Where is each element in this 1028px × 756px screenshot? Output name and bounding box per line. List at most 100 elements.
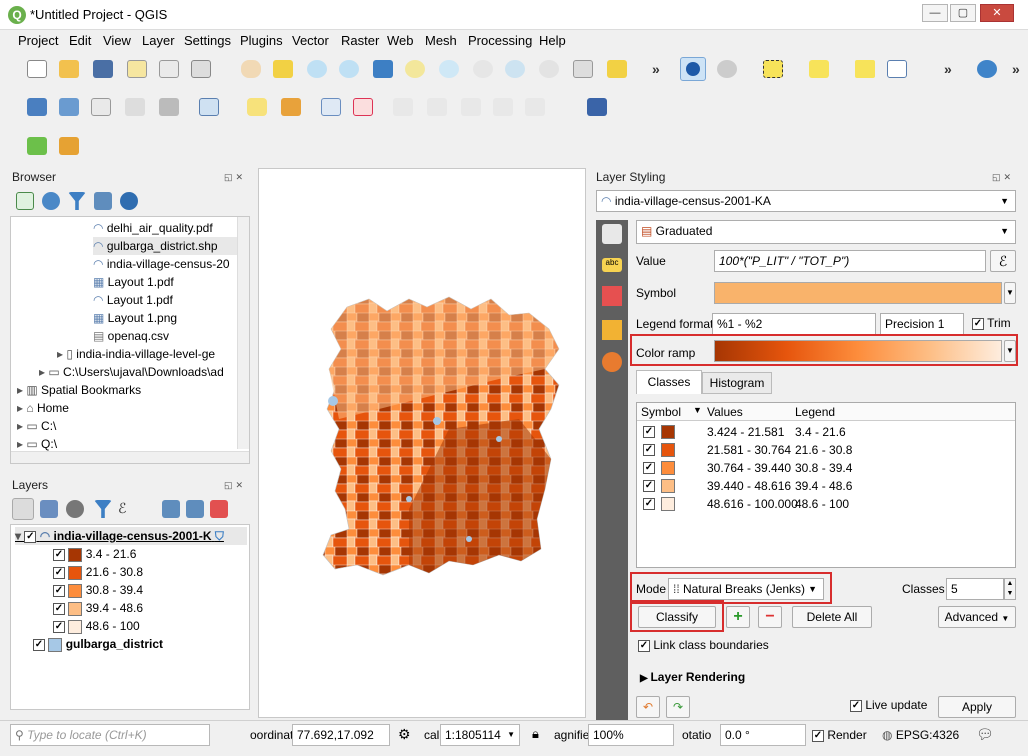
browser-item[interactable]: ▦ Layout 1.png	[93, 309, 177, 327]
browser-hscrollbar[interactable]	[11, 451, 249, 463]
tab-histogram[interactable]: Histogram	[702, 372, 772, 394]
expression-filter-icon[interactable]: ℰ	[118, 500, 136, 518]
browser-item[interactable]: ◠ Layout 1.pdf	[93, 291, 173, 309]
browser-item[interactable]: ▸ ▭ C:\	[17, 417, 56, 435]
new-project-icon[interactable]	[24, 57, 50, 81]
new-bookmark-icon[interactable]	[570, 57, 596, 81]
properties-icon[interactable]	[120, 192, 138, 210]
symbol-dropdown-icon[interactable]: ▼	[1004, 282, 1016, 304]
layer-select[interactable]: ◠ india-village-census-2001-KA ▼	[596, 190, 1016, 212]
3d-view-tab-icon[interactable]	[602, 286, 622, 306]
zoom-native-icon[interactable]	[470, 57, 496, 81]
live-update-row[interactable]: ✓ Live update	[850, 698, 927, 712]
link-boundaries-row[interactable]: ✓ Link class boundaries	[638, 638, 769, 652]
tab-classes[interactable]: Classes	[636, 370, 702, 394]
table-row[interactable]: ✓ 30.764 - 39.440 30.8 - 39.4	[637, 459, 1015, 477]
map-canvas[interactable]	[258, 168, 586, 718]
sort-icon[interactable]: ▼	[693, 405, 702, 415]
precision-spinbox[interactable]: Precision 1	[880, 313, 964, 335]
table-row[interactable]: ✓ 3.424 - 21.581 3.4 - 21.6	[637, 423, 1015, 441]
legend-class-row[interactable]: ✓ 21.6 - 30.8	[53, 563, 143, 581]
header-symbol[interactable]: Symbol	[641, 405, 681, 419]
browser-item[interactable]: ▸ ⌂ Home	[17, 399, 69, 417]
identify-icon[interactable]	[680, 57, 706, 81]
close-button[interactable]: ✕	[980, 4, 1014, 22]
layer-filter-icon[interactable]: ⛉	[215, 529, 224, 543]
new-layout-icon[interactable]	[124, 57, 150, 81]
save-project-icon[interactable]	[90, 57, 116, 81]
browser-item[interactable]: ▸ ▥ Spatial Bookmarks	[17, 381, 141, 399]
add-selected-icon[interactable]	[16, 192, 34, 210]
refresh-icon[interactable]	[42, 192, 60, 210]
symbology-tab-icon[interactable]	[602, 224, 622, 244]
toolbar-overflow-icon[interactable]: »	[652, 61, 660, 77]
data-source-manager-icon[interactable]	[24, 95, 50, 119]
browser-item[interactable]: ▦ Layout 1.pdf	[93, 273, 174, 291]
browser-item[interactable]: ▤ openaq.csv	[93, 327, 169, 345]
browser-item[interactable]: ◠ delhi_air_quality.pdf	[93, 219, 213, 237]
new-virtual-layer-icon[interactable]	[156, 95, 182, 119]
diagram-icon[interactable]	[278, 95, 304, 119]
layers-dock-buttons-icon[interactable]: ◱✕	[224, 480, 252, 492]
style-manager-icon[interactable]	[188, 57, 214, 81]
zoom-selection-icon[interactable]	[402, 57, 428, 81]
show-hide-labels-icon[interactable]	[424, 95, 450, 119]
browser-item[interactable]: ▸ ▭ C:\Users\ujaval\Downloads\ad	[39, 363, 224, 381]
toolbar-overflow-2-icon[interactable]: »	[944, 61, 952, 77]
table-row[interactable]: ✓ 48.616 - 100.000 48.6 - 100	[637, 495, 1015, 513]
new-geopackage-icon[interactable]	[56, 95, 82, 119]
maximize-button[interactable]: ▢	[950, 4, 976, 22]
menu-edit[interactable]: Edit	[69, 33, 91, 48]
undo-icon[interactable]: ↶	[636, 696, 660, 718]
minimize-button[interactable]: —	[922, 4, 948, 22]
deselect-icon[interactable]	[852, 57, 878, 81]
zoom-in-icon[interactable]	[304, 57, 330, 81]
new-shapefile-icon[interactable]	[88, 95, 114, 119]
digitize-icon[interactable]	[196, 95, 222, 119]
menu-processing[interactable]: Processing	[468, 33, 532, 48]
toolbar-overflow-3-icon[interactable]: »	[1012, 61, 1020, 77]
browser-item-selected[interactable]: ◠ gulbarga_district.shp	[93, 237, 249, 255]
zoom-out-icon[interactable]	[336, 57, 362, 81]
coordinate-field[interactable]: 77.692,17.092	[292, 724, 390, 746]
add-class-icon[interactable]: +	[726, 606, 750, 628]
geosearch-icon[interactable]	[24, 134, 50, 158]
highlight-labels-icon[interactable]	[350, 95, 376, 119]
diagrams-tab-icon[interactable]	[602, 320, 622, 340]
table-row[interactable]: ✓ 39.440 - 48.616 39.4 - 48.6	[637, 477, 1015, 495]
menu-project[interactable]: Project	[18, 33, 58, 48]
label-properties-icon[interactable]	[522, 95, 548, 119]
qgis2web-icon[interactable]	[56, 134, 82, 158]
menu-layer[interactable]: Layer	[142, 33, 175, 48]
legend-format-input[interactable]: %1 - %2	[712, 313, 876, 335]
renderer-select[interactable]: ▤ Graduated ▼	[636, 220, 1016, 244]
styling-dock-buttons-icon[interactable]: ◱✕	[992, 172, 1020, 184]
header-values[interactable]: Values	[707, 405, 743, 419]
menu-mesh[interactable]: Mesh	[425, 33, 457, 48]
menu-plugins[interactable]: Plugins	[240, 33, 283, 48]
zoom-layer-icon[interactable]	[436, 57, 462, 81]
menu-settings[interactable]: Settings	[184, 33, 231, 48]
collapse-layers-icon[interactable]	[186, 500, 204, 518]
pan-to-selection-icon[interactable]	[270, 57, 296, 81]
label-toolbar-icon[interactable]	[244, 95, 270, 119]
history-tab-icon[interactable]	[602, 352, 622, 372]
open-project-icon[interactable]	[56, 57, 82, 81]
apply-button[interactable]: Apply	[938, 696, 1016, 718]
crs-button[interactable]: ◍ EPSG:4326	[882, 728, 959, 742]
collapse-all-icon[interactable]	[94, 192, 112, 210]
layer-rendering-section[interactable]: ▶ Layer Rendering	[640, 670, 745, 684]
rotate-label-icon[interactable]	[458, 95, 484, 119]
layer-row-district[interactable]: ✓ gulbarga_district	[33, 635, 163, 653]
layer-row-census[interactable]: ▾ ✓ ◠ india-village-census-2001-K ⛉	[15, 527, 247, 545]
messages-icon[interactable]: 💬︎	[976, 726, 994, 743]
new-scratch-layer-icon[interactable]	[122, 95, 148, 119]
zoom-next-icon[interactable]	[536, 57, 562, 81]
advanced-button[interactable]: Advanced ▼	[938, 606, 1016, 628]
rotation-field[interactable]: 0.0 °	[720, 724, 806, 746]
lock-scale-icon[interactable]: 🔒︎	[532, 726, 539, 742]
extents-toggle-icon[interactable]: ⚙	[398, 726, 411, 743]
classes-spinbox[interactable]: 5	[946, 578, 1004, 600]
legend-class-row[interactable]: ✓ 39.4 - 48.6	[53, 599, 143, 617]
delete-all-button[interactable]: Delete All	[792, 606, 872, 628]
